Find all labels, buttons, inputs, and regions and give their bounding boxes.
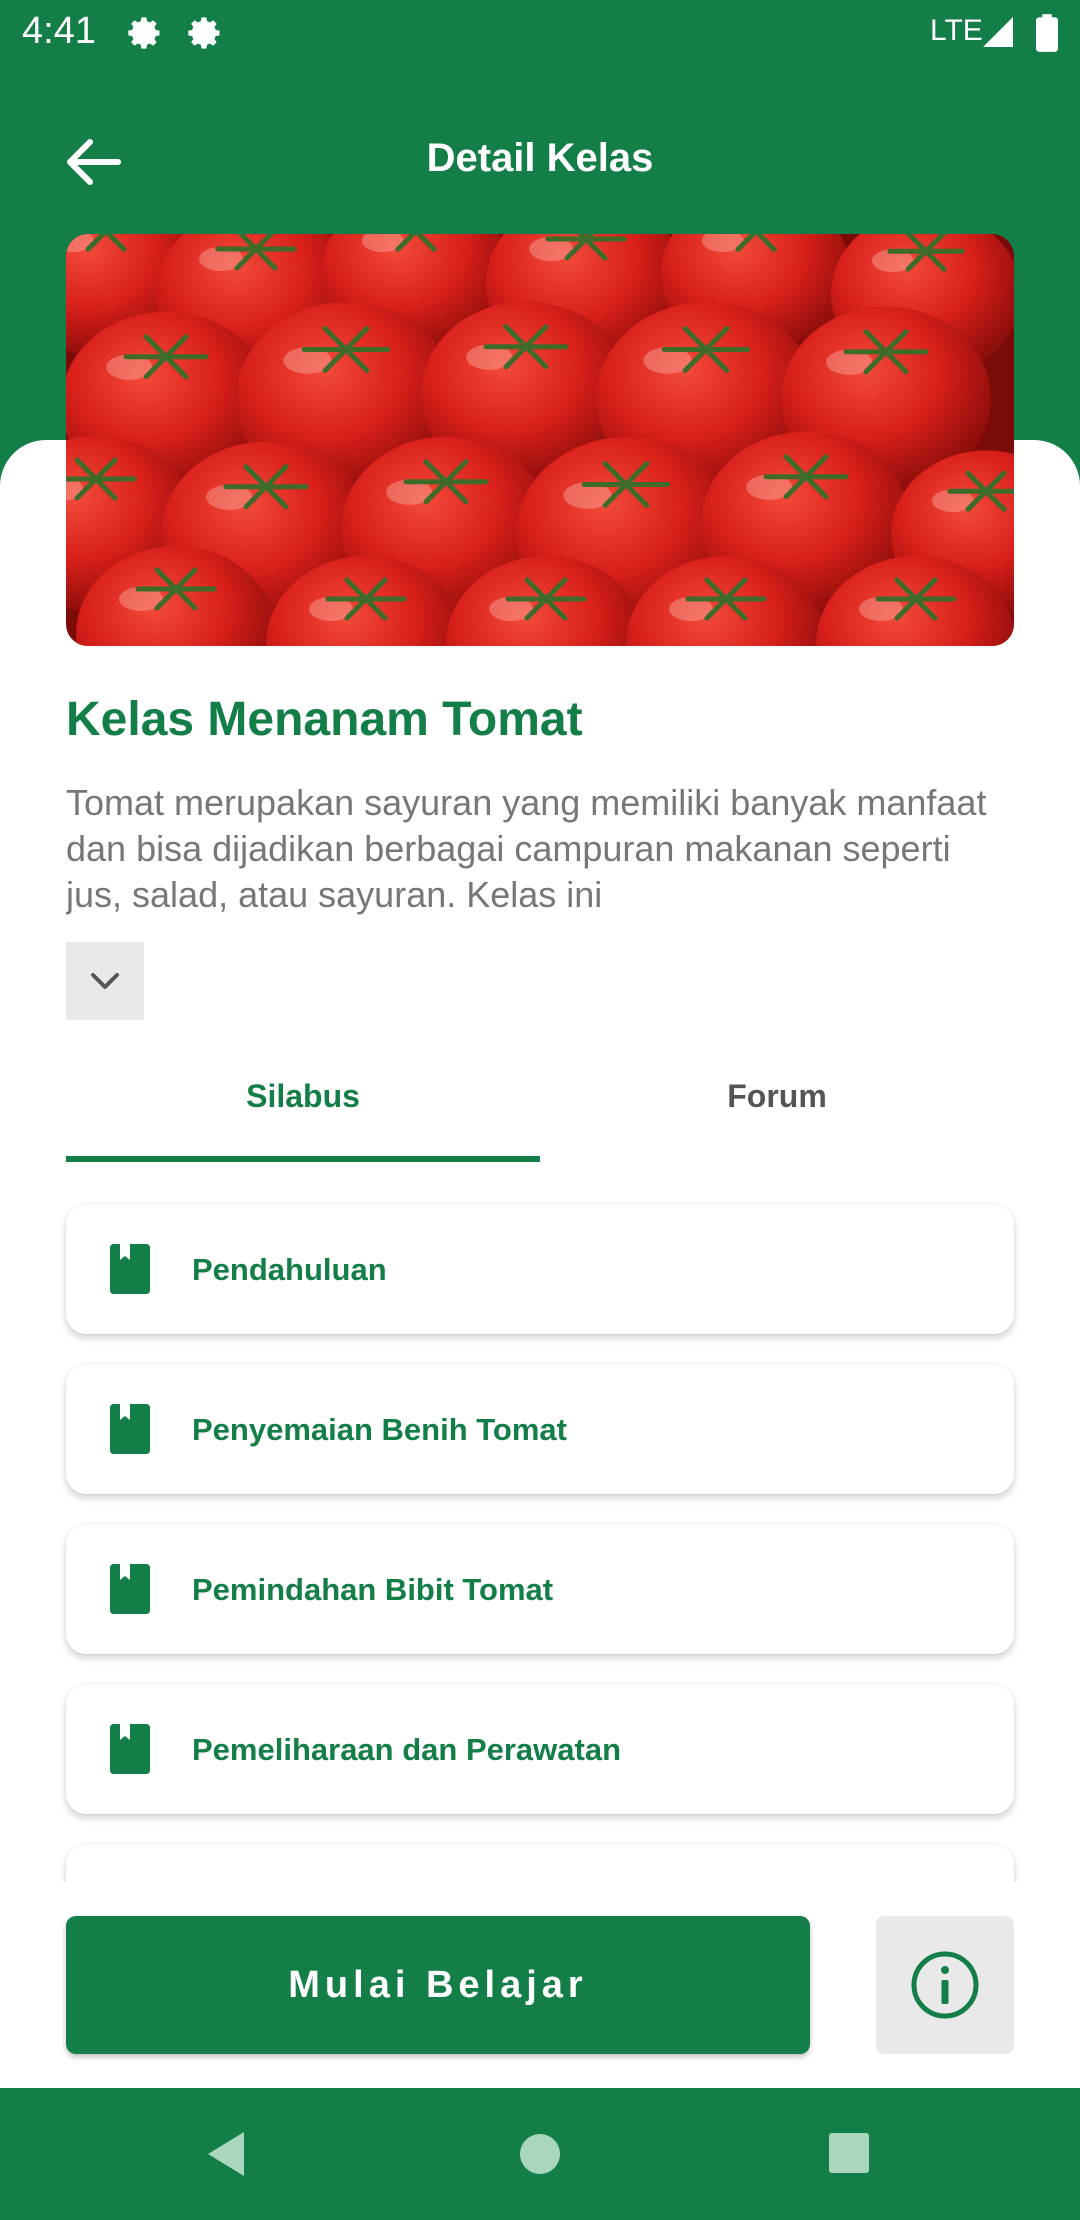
info-button[interactable] [876,1916,1014,2054]
syllabus-list: Pendahuluan Penyemaian Benih Tomat Pemin… [56,1190,1026,1882]
syllabus-item-label: Penyemaian Benih Tomat [192,1412,567,1447]
signal-icon [983,17,1013,47]
page-title: Detail Kelas [426,136,654,180]
tab-forum[interactable]: Forum [540,1078,1014,1115]
tomato-image [66,234,1014,646]
book-icon [110,1564,150,1614]
settings-gear-icon [128,17,160,49]
course-title: Kelas Menanam Tomat [66,693,583,746]
syllabus-item[interactable]: Pemeliharaan dan Perawatan [66,1684,1014,1814]
book-icon [110,1404,150,1454]
status-time: 4:41 [22,10,96,52]
active-tab-indicator [66,1156,540,1162]
nav-home-icon[interactable] [518,2132,562,2176]
nav-recents-icon[interactable] [828,2132,870,2174]
syllabus-item[interactable]: Pemindahan Bibit Tomat [66,1524,1014,1654]
expand-description-button[interactable] [66,942,144,1020]
settings-gear-icon [188,17,220,49]
syllabus-item[interactable] [66,1844,1014,1882]
course-hero-image [66,234,1014,646]
battery-icon [1036,14,1058,52]
syllabus-item-label: Pendahuluan [192,1252,387,1287]
syllabus-item[interactable]: Penyemaian Benih Tomat [66,1364,1014,1494]
tab-silabus[interactable]: Silabus [66,1078,540,1115]
status-bar: 4:41 LTE [0,0,1080,66]
syllabus-item-label: Pemindahan Bibit Tomat [192,1572,554,1607]
book-icon [110,1244,150,1294]
nav-back-icon[interactable] [204,2130,248,2178]
system-nav-bar [0,2088,1080,2220]
course-description: Tomat merupakan sayuran yang memiliki ba… [66,782,987,915]
chevron-down-icon [91,973,119,989]
network-type: LTE [930,14,983,47]
book-icon [110,1724,150,1774]
start-learning-button[interactable]: Mulai Belajar [66,1916,810,2054]
syllabus-item[interactable]: Pendahuluan [66,1204,1014,1334]
syllabus-item-label: Pemeliharaan dan Perawatan [192,1732,622,1767]
info-icon [911,1951,979,2019]
